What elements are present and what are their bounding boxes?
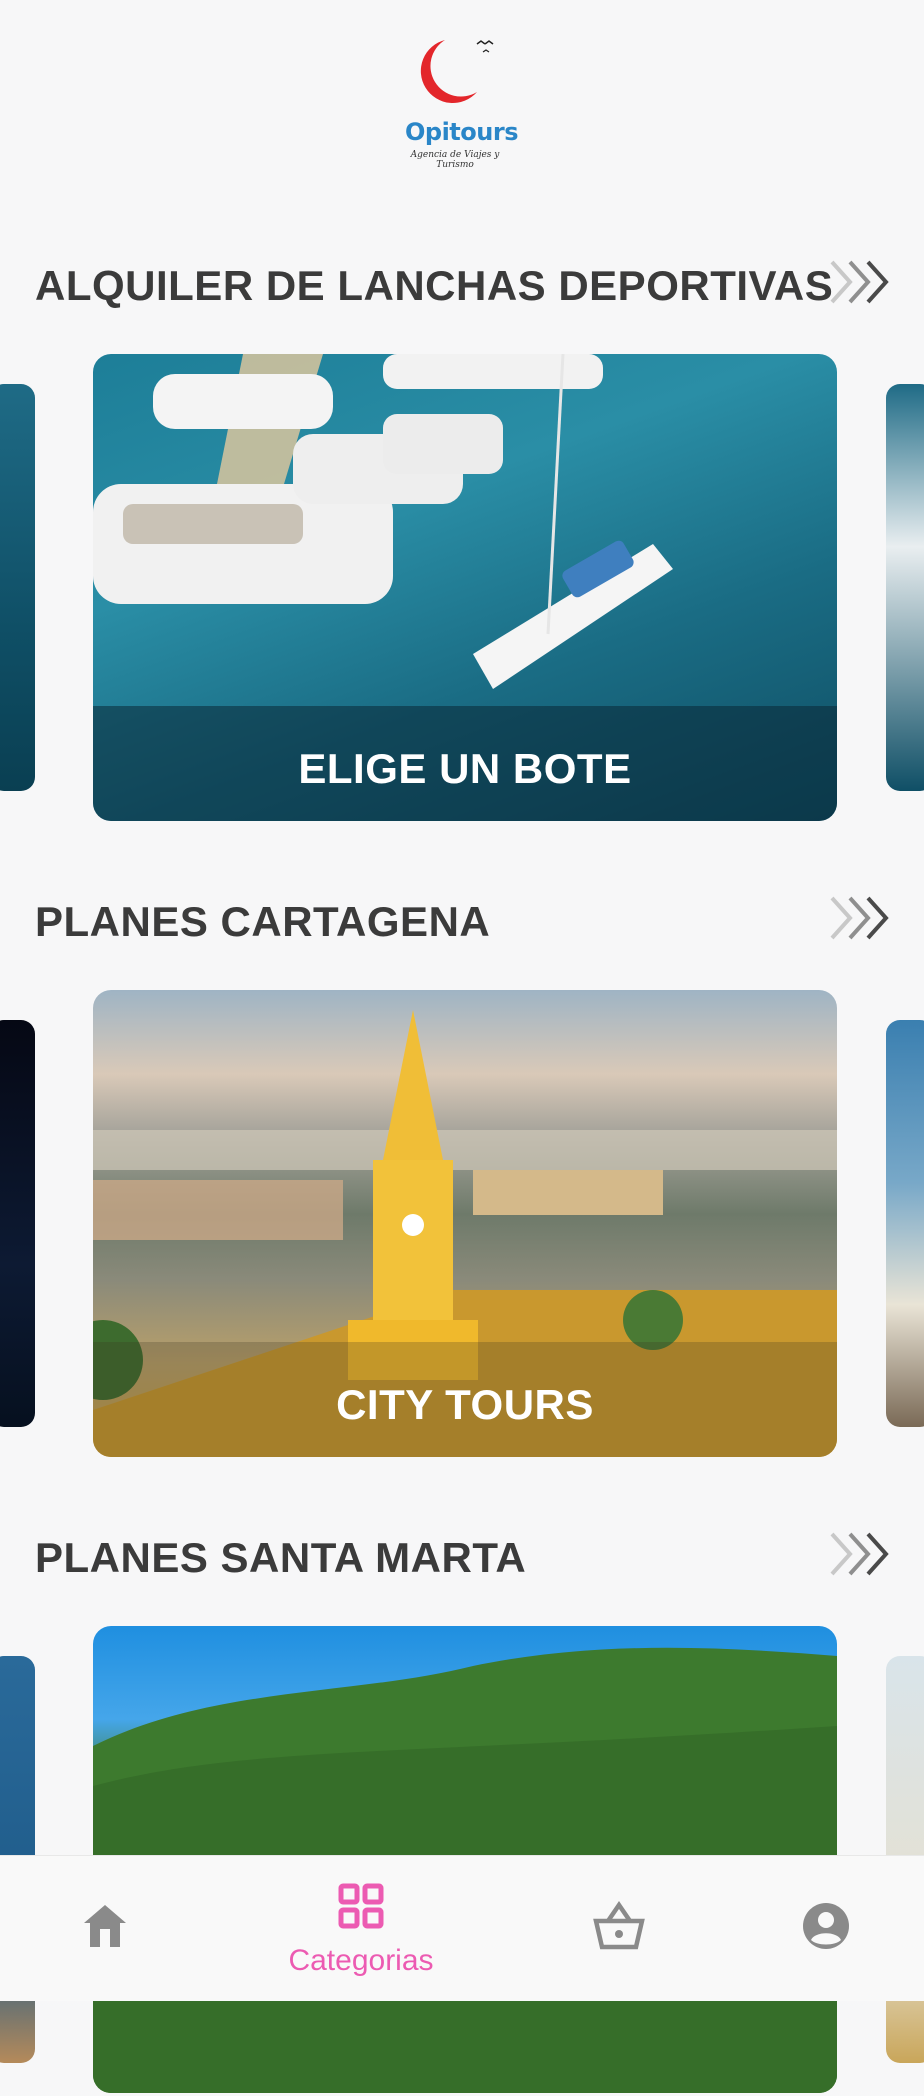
carousel-card-next[interactable] bbox=[886, 384, 924, 791]
card-caption: CITY TOURS bbox=[336, 1381, 594, 1428]
carousel-card-prev[interactable] bbox=[0, 384, 35, 791]
carousel-card-city-tours[interactable]: CITY TOURS bbox=[93, 990, 837, 1457]
carousel-cartagena[interactable]: CITY TOURS bbox=[0, 990, 924, 1460]
grid-icon bbox=[338, 1883, 384, 1929]
carousel-card-boats[interactable]: ELIGE UN BOTE bbox=[93, 354, 837, 821]
nav-item-account[interactable] bbox=[726, 1856, 924, 2001]
nav-item-home[interactable] bbox=[3, 1856, 203, 2001]
logo-tagline: Agencia de Viajes y Turismo bbox=[410, 150, 500, 170]
account-icon bbox=[803, 1903, 849, 1949]
logo-sun-icon bbox=[420, 40, 494, 105]
nav-item-categorias[interactable]: Categorias bbox=[261, 1856, 461, 2001]
basket-icon bbox=[593, 1901, 645, 1950]
carousel-card-next[interactable] bbox=[886, 1020, 924, 1427]
app-header: Opitours Agencia de Viajes y Turismo bbox=[0, 0, 924, 200]
nav-item-basket[interactable] bbox=[519, 1856, 719, 2001]
section-title: PLANES CARTAGENA bbox=[35, 898, 491, 945]
opitours-logo[interactable]: Opitours Agencia de Viajes y Turismo bbox=[405, 30, 525, 170]
double-chevron-right-icon[interactable] bbox=[828, 892, 898, 944]
carousel-lanchas[interactable]: ELIGE UN BOTE bbox=[0, 354, 924, 824]
carousel-card-prev[interactable] bbox=[0, 1020, 35, 1427]
logo-name: Opitours bbox=[405, 118, 518, 146]
home-icon bbox=[84, 1905, 126, 1947]
double-chevron-right-icon[interactable] bbox=[828, 1528, 898, 1580]
double-chevron-right-icon[interactable] bbox=[828, 256, 898, 308]
card-caption: ELIGE UN BOTE bbox=[298, 745, 632, 792]
bottom-navigation: Categorias bbox=[0, 1855, 924, 2001]
section-title: ALQUILER DE LANCHAS DEPORTIVAS bbox=[35, 262, 834, 309]
section-title: PLANES SANTA MARTA bbox=[35, 1534, 527, 1581]
nav-label: Categorias bbox=[288, 1944, 434, 1977]
